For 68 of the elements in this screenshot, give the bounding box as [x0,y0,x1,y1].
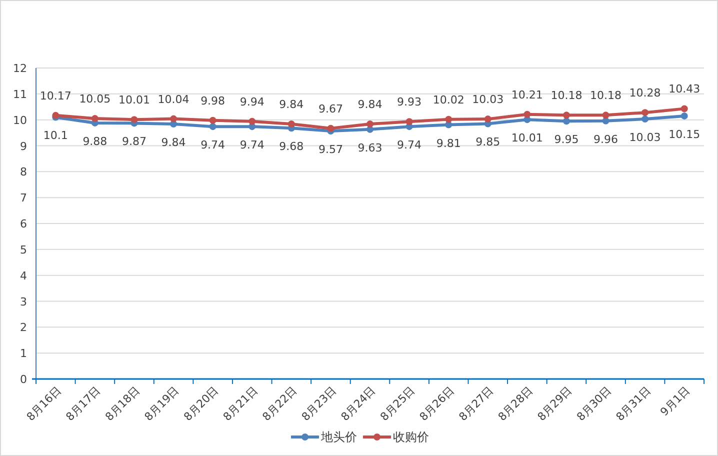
y-tick-label: 12 [13,62,27,75]
legend-line-marker-icon [291,434,319,440]
y-tick-label: 6 [20,218,27,230]
data-label: 10.1 [43,129,68,142]
y-tick-label: 2 [20,321,27,334]
data-label: 9.85 [476,136,500,149]
x-tick-label: 8月26日 [417,384,457,424]
data-label: 10.03 [629,131,661,144]
data-label: 10.01 [118,94,150,107]
x-tick-label: 8月22日 [260,384,300,424]
x-tick-label: 8月27日 [456,384,496,424]
data-label: 9.63 [358,141,382,154]
data-label: 9.98 [200,94,226,108]
legend-label: 地头价 [321,430,357,444]
y-tick-label: 11 [13,88,27,101]
data-label: 9.74 [397,138,422,152]
data-label: 10.21 [511,88,543,102]
x-tick-label: 8月18日 [102,384,142,424]
x-tick-label: 8月21日 [220,384,260,424]
x-tick-label: 8月25日 [378,384,418,424]
x-tick-label: 8月24日 [338,384,378,424]
data-label: 10.15 [668,128,700,141]
data-label: 9.67 [318,102,343,116]
data-label: 9.84 [279,98,304,111]
data-label: 10.18 [550,89,582,102]
y-tick-label: 10 [13,114,27,127]
y-tick-label: 0 [20,373,27,386]
data-label: 10.03 [472,93,504,106]
y-tick-label: 5 [20,243,27,256]
legend-label: 收购价 [393,430,429,444]
x-tick-label: 8月19日 [142,384,182,424]
data-label: 9.96 [594,132,618,146]
data-label: 10.01 [511,132,543,145]
y-tick-label: 1 [20,347,27,360]
x-tick-label: 9月1日 [658,384,692,419]
data-label: 9.81 [436,136,461,150]
x-tick-label: 8月30日 [574,384,614,424]
data-label: 10.04 [158,92,190,106]
data-label: 10.05 [79,92,111,106]
data-label: 9.68 [279,140,304,154]
data-label: 9.95 [554,133,579,146]
x-tick-label: 8月20日 [181,384,221,424]
data-label: 10.18 [590,89,622,102]
data-label: 9.87 [122,135,146,148]
x-tick-label: 8月17日 [63,384,104,424]
y-tick-label: 8 [20,166,27,179]
x-tick-label: 8月29日 [535,384,575,424]
data-label: 10.28 [629,86,661,100]
y-tick-label: 3 [20,295,27,308]
x-tick-label: 8月23日 [299,384,339,424]
y-tick-label: 7 [20,192,27,205]
data-label: 9.93 [397,96,422,109]
legend-line-marker-icon [363,434,391,440]
data-label: 10.43 [668,82,700,96]
data-label: 9.57 [318,142,343,156]
x-tick-label: 8月16日 [24,384,64,424]
data-label: 9.94 [240,95,264,108]
data-label: 9.74 [200,138,226,152]
data-label: 10.17 [40,89,72,102]
x-tick-label: 8月31日 [614,384,654,424]
data-label: 9.84 [358,98,382,111]
y-tick-label: 9 [20,140,27,153]
x-tick-label: 8月28日 [496,384,536,424]
data-label: 9.88 [82,134,108,148]
y-tick-label: 4 [20,269,27,282]
data-label: 9.74 [240,138,264,152]
data-label: 9.84 [161,136,186,149]
data-label: 10.02 [432,93,464,106]
